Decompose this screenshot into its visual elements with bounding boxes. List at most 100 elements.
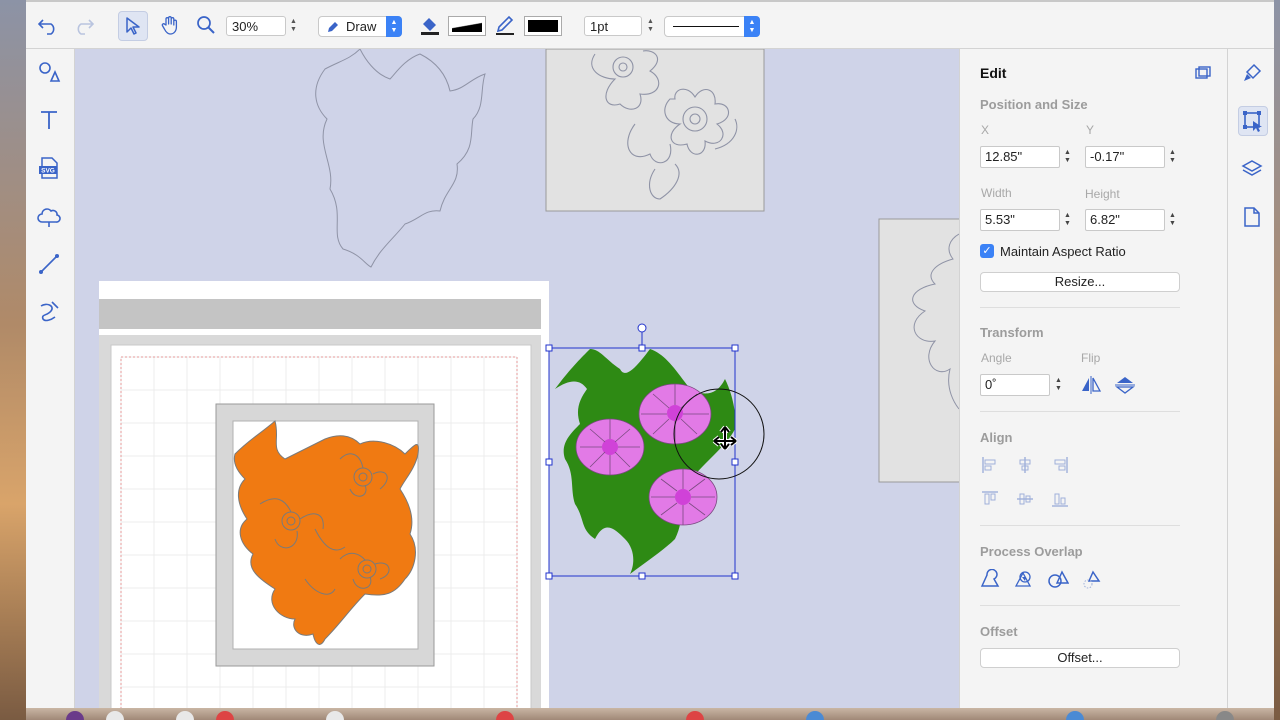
dock-app-icon[interactable] xyxy=(176,711,194,720)
fill-color-swatch[interactable] xyxy=(448,16,486,36)
subtract-icon[interactable] xyxy=(1047,568,1069,590)
stroke-width-field[interactable]: 1pt xyxy=(584,16,642,36)
line-style-popup[interactable]: ▲ ▼ xyxy=(664,16,760,37)
redo-icon[interactable] xyxy=(70,11,96,39)
align-heading: Align xyxy=(980,430,1013,445)
align-left-icon[interactable] xyxy=(979,454,1001,476)
inspector-tabs xyxy=(1227,49,1274,708)
dock-app-icon[interactable] xyxy=(326,711,344,720)
dock xyxy=(26,708,1274,720)
top-toolbar: 30% ▲ ▼ Draw ▲ ▼ 1pt ▲ ▼ ▲ ▼ xyxy=(26,2,1274,49)
leaf-outline-shape xyxy=(315,49,486,268)
stroke-width-stepper[interactable]: ▲ ▼ xyxy=(645,16,656,36)
transform-heading: Transform xyxy=(980,325,1044,340)
pen-icon xyxy=(328,22,338,32)
angle-field[interactable]: 0˚ xyxy=(980,374,1050,396)
draw-mode-label: Draw xyxy=(346,19,377,34)
offset-heading: Offset xyxy=(980,624,1018,639)
edit-panel: Edit Position and Size X Y 12.85" ▲ ▼ -0.… xyxy=(959,49,1228,708)
desktop-background-left xyxy=(0,0,26,720)
dock-app-icon[interactable] xyxy=(496,711,514,720)
undo-icon[interactable] xyxy=(36,11,62,39)
height-label: Height xyxy=(1085,187,1120,201)
select-tool-icon[interactable] xyxy=(118,11,148,41)
stepper-down-icon[interactable]: ▼ xyxy=(290,26,297,34)
angle-stepper[interactable]: ▲ ▼ xyxy=(1053,374,1064,396)
fill-bucket-icon[interactable] xyxy=(418,11,442,39)
dock-app-icon[interactable] xyxy=(1066,711,1084,720)
dock-app-icon[interactable] xyxy=(1216,711,1234,720)
canvas-artwork xyxy=(99,49,959,708)
width-label: Width xyxy=(981,186,1012,200)
pen-tool-icon[interactable] xyxy=(36,299,62,325)
y-label: Y xyxy=(1086,123,1095,137)
align-center-vertical-icon[interactable] xyxy=(1014,488,1036,510)
divider xyxy=(980,411,1180,412)
cloud-shape-icon[interactable] xyxy=(36,203,62,229)
offset-button[interactable]: Offset... xyxy=(980,648,1180,668)
text-tool-icon[interactable] xyxy=(36,107,62,133)
stroke-pencil-icon[interactable] xyxy=(493,11,517,39)
aspect-ratio-label: Maintain Aspect Ratio xyxy=(1000,244,1126,259)
detach-panel-icon[interactable] xyxy=(1192,62,1214,84)
zoom-field[interactable]: 30% xyxy=(226,16,286,36)
process-overlap-heading: Process Overlap xyxy=(980,544,1083,559)
resize-button[interactable]: Resize... xyxy=(980,272,1180,292)
y-field[interactable]: -0.17" xyxy=(1085,146,1165,168)
dock-app-icon[interactable] xyxy=(66,711,84,720)
dock-app-icon[interactable] xyxy=(106,711,124,720)
layers-icon[interactable] xyxy=(1238,155,1266,183)
shapes-tool-icon[interactable] xyxy=(36,59,62,85)
height-field[interactable]: 6.82" xyxy=(1085,209,1165,231)
width-field[interactable]: 5.53" xyxy=(980,209,1060,231)
dock-app-icon[interactable] xyxy=(686,711,704,720)
style-brush-icon[interactable] xyxy=(1238,59,1266,87)
dock-app-icon[interactable] xyxy=(806,711,824,720)
flip-horizontal-icon[interactable] xyxy=(1080,374,1102,396)
stepper-down-icon[interactable]: ▼ xyxy=(647,26,654,34)
left-tool-palette: SVG xyxy=(26,49,75,708)
weld-icon[interactable] xyxy=(979,568,1001,590)
flip-vertical-icon[interactable] xyxy=(1114,374,1136,396)
x-stepper[interactable]: ▲ ▼ xyxy=(1062,146,1073,168)
align-center-horizontal-icon[interactable] xyxy=(1014,454,1036,476)
popup-arrows-icon: ▲ ▼ xyxy=(386,16,402,37)
stepper-up-icon[interactable]: ▲ xyxy=(290,18,297,26)
pink-flower-design xyxy=(555,349,736,574)
svg-import-icon[interactable]: SVG xyxy=(36,155,62,181)
zoom-stepper[interactable]: ▲ ▼ xyxy=(288,16,299,36)
popup-arrows-icon: ▲ ▼ xyxy=(744,16,760,37)
flip-label: Flip xyxy=(1081,351,1101,365)
divider xyxy=(980,605,1180,606)
app-window: 30% ▲ ▼ Draw ▲ ▼ 1pt ▲ ▼ ▲ ▼ SVG Edit Po… xyxy=(26,0,1274,708)
x-label: X xyxy=(981,123,990,137)
hand-pan-icon[interactable] xyxy=(156,11,184,39)
stepper-up-icon[interactable]: ▲ xyxy=(647,18,654,26)
svg-badge-text: SVG xyxy=(41,168,55,175)
document-icon[interactable] xyxy=(1238,203,1266,231)
align-top-icon[interactable] xyxy=(979,488,1001,510)
aspect-ratio-checkbox[interactable]: ✓ xyxy=(980,244,994,258)
dock-app-icon[interactable] xyxy=(216,711,234,720)
panel-title: Edit xyxy=(980,65,1007,81)
align-right-icon[interactable] xyxy=(1049,454,1071,476)
stroke-color-swatch[interactable] xyxy=(524,16,562,36)
intersect-icon[interactable] xyxy=(1013,568,1035,590)
design-canvas[interactable] xyxy=(75,49,959,708)
width-stepper[interactable]: ▲ ▼ xyxy=(1062,209,1073,231)
zoom-icon[interactable] xyxy=(192,11,220,39)
x-field[interactable]: 12.85" xyxy=(980,146,1060,168)
height-stepper[interactable]: ▲ ▼ xyxy=(1167,209,1178,231)
draw-mode-popup[interactable]: Draw ▲ ▼ xyxy=(318,16,402,37)
mat-header-bar xyxy=(99,299,541,329)
divide-icon[interactable] xyxy=(1081,568,1103,590)
divider xyxy=(980,525,1180,526)
align-bottom-icon[interactable] xyxy=(1049,488,1071,510)
desktop-background-right xyxy=(1274,0,1280,720)
divider xyxy=(980,307,1180,308)
transform-select-icon[interactable] xyxy=(1238,106,1268,136)
flower-preview-card xyxy=(545,49,765,212)
y-stepper[interactable]: ▲ ▼ xyxy=(1167,146,1178,168)
line-tool-icon[interactable] xyxy=(36,251,62,277)
line-style-preview xyxy=(673,26,739,27)
